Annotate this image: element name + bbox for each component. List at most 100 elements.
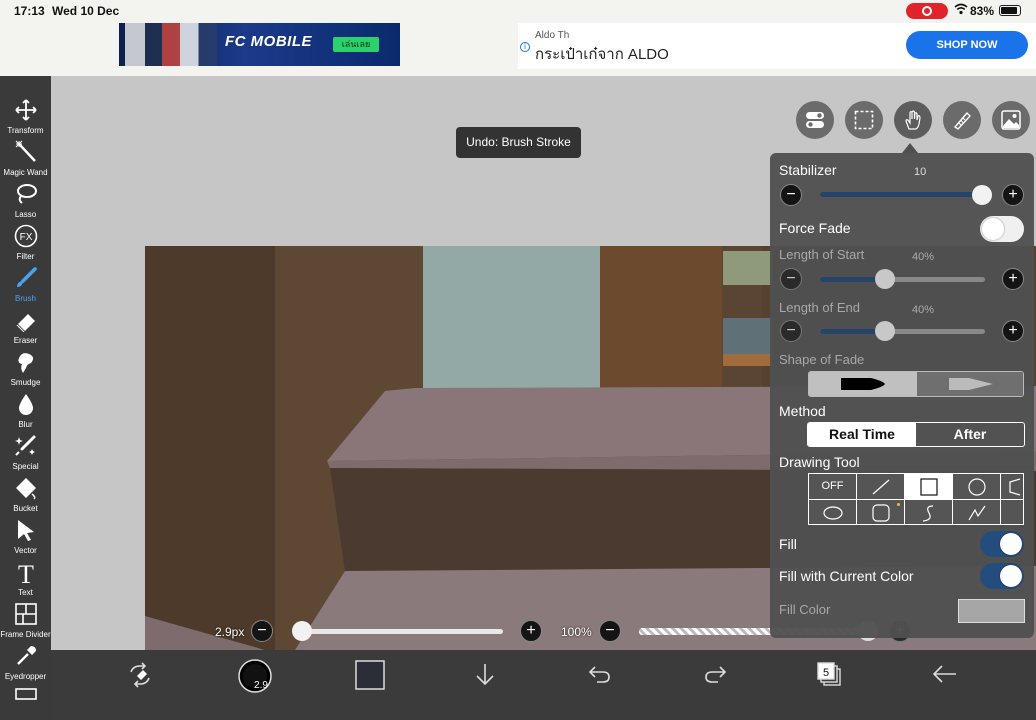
tool-smudge[interactable]: Smudge (0, 348, 51, 390)
tool-label: Smudge (10, 378, 41, 387)
svg-text:T: T (18, 560, 34, 586)
ad-play-button[interactable]: เล่นเลย (333, 37, 379, 52)
app-window: 17:13 Wed 10 Dec 83% FC MOBILE เล่นเลย i… (0, 0, 1036, 720)
toggle-settings-button[interactable] (796, 101, 834, 139)
toggle-icon (796, 110, 834, 130)
tool-filter[interactable]: FX Filter (0, 222, 51, 264)
tool-canvas[interactable] (0, 684, 51, 714)
back-icon[interactable] (925, 650, 965, 710)
tool-eyedropper[interactable]: Eyedropper (0, 642, 51, 684)
tool-eraser[interactable]: Eraser (0, 306, 51, 348)
move-icon (0, 98, 51, 126)
shape-fade-option-2[interactable] (917, 372, 1023, 396)
tool-vector[interactable]: Vector (0, 516, 51, 558)
shape-fade-selector[interactable] (808, 371, 1024, 397)
force-fade-toggle[interactable] (980, 216, 1024, 242)
shape-fade-option-1[interactable] (809, 372, 917, 396)
ad-info-icon[interactable]: i (520, 42, 530, 52)
tool-brush[interactable]: Brush (0, 264, 51, 306)
ad-headline: กระเป๋าเก๋จาก ALDO (535, 46, 669, 63)
svg-text:FX: FX (19, 232, 32, 243)
ad-shop-button[interactable]: SHOP NOW (906, 31, 1028, 59)
battery-percent: 83% (970, 4, 995, 18)
line-icon[interactable] (857, 474, 905, 500)
brush-size-minus-button[interactable]: − (251, 620, 273, 642)
smudge-icon (0, 350, 51, 378)
brush-size-slider[interactable] (297, 629, 503, 634)
battery-icon (999, 5, 1021, 16)
stabilizer-value: 10 (914, 166, 927, 178)
opacity-minus-button[interactable]: − (599, 620, 621, 642)
fill-color-swatch[interactable] (958, 599, 1025, 623)
brush-size-icon[interactable]: 2.9 (235, 650, 275, 710)
hand-button[interactable] (894, 101, 932, 139)
rectangle-icon[interactable] (905, 474, 953, 500)
brush-size-knob[interactable] (292, 621, 312, 641)
tool-lasso[interactable]: Lasso (0, 180, 51, 222)
layers-icon[interactable]: 5 (810, 650, 850, 710)
image-icon (992, 110, 1030, 130)
tool-blur[interactable]: Blur (0, 390, 51, 432)
download-icon[interactable] (465, 650, 505, 710)
ad-players-image (125, 23, 217, 66)
special-icon (0, 434, 51, 462)
swap-icon[interactable] (120, 650, 160, 710)
circle-icon[interactable] (953, 474, 1001, 500)
length-start-value: 40% (912, 251, 935, 263)
tool-special[interactable]: Special (0, 432, 51, 474)
tool-bucket[interactable]: Bucket (0, 474, 51, 516)
length-start-plus-button[interactable]: + (1002, 268, 1024, 290)
rounded-rect-icon[interactable] (857, 500, 905, 524)
length-end-minus-button[interactable]: − (780, 320, 802, 342)
length-start-minus-button[interactable]: − (780, 268, 802, 290)
tool-label: Magic Wand (3, 168, 48, 177)
brush-badge: 2.9 (254, 680, 268, 691)
undo-icon[interactable] (580, 650, 620, 710)
ad-banner-left[interactable]: FC MOBILE เล่นเลย (119, 23, 400, 66)
stabilizer-minus-button[interactable]: − (780, 184, 802, 206)
drawing-tool-off[interactable]: OFF (809, 474, 857, 500)
redo-icon[interactable] (695, 650, 735, 710)
status-time: 17:13 (14, 4, 45, 18)
method-after[interactable]: After (916, 423, 1024, 446)
ad-banner-right[interactable]: i Aldo Th กระเป๋าเก๋จาก ALDO SHOP NOW (518, 23, 1036, 69)
drawing-tool-grid: OFF (808, 473, 1024, 525)
tool-magic-wand[interactable]: Magic Wand (0, 138, 51, 180)
length-start-knob[interactable] (875, 269, 895, 289)
method-segmented-control: Real Time After (807, 422, 1025, 447)
drawing-tool-label: Drawing Tool (779, 454, 860, 470)
length-end-plus-button[interactable]: + (1002, 320, 1024, 342)
fill-current-toggle[interactable] (980, 563, 1024, 589)
fill-toggle[interactable] (980, 531, 1024, 557)
ellipse-icon[interactable] (809, 500, 857, 524)
length-end-knob[interactable] (875, 321, 895, 341)
length-start-label: Length of Start (779, 247, 865, 262)
stabilizer-plus-button[interactable]: + (1002, 184, 1024, 206)
curve-icon[interactable] (905, 500, 953, 524)
tool-text[interactable]: T Text (0, 558, 51, 600)
polygon-icon[interactable] (1001, 474, 1023, 500)
stabilizer-fill (820, 192, 985, 197)
fill-color-label: Fill Color (779, 602, 831, 617)
selection-button[interactable] (845, 101, 883, 139)
selection-icon (845, 110, 883, 130)
fill-label: Fill (779, 536, 797, 552)
new-badge (897, 503, 900, 506)
polyline-icon[interactable] (953, 500, 1001, 524)
brush-size-plus-button[interactable]: + (520, 620, 542, 642)
ruler-button[interactable] (943, 101, 981, 139)
opacity-value: 100% (561, 625, 592, 639)
screen-record-icon[interactable] (906, 3, 948, 19)
method-real-time[interactable]: Real Time (808, 423, 916, 446)
fx-icon: FX (0, 224, 51, 252)
wifi-icon (954, 3, 968, 18)
color-swatch-icon[interactable] (350, 650, 390, 710)
fill-current-label: Fill with Current Color (779, 568, 914, 584)
image-button[interactable] (992, 101, 1030, 139)
stabilizer-knob[interactable] (972, 185, 992, 205)
tool-transform[interactable]: Transform (0, 96, 51, 138)
hand-icon (894, 110, 932, 130)
lasso-icon (0, 182, 51, 210)
tool-frame-divider[interactable]: Frame Divider (0, 600, 51, 642)
tool-label: Brush (15, 294, 36, 303)
